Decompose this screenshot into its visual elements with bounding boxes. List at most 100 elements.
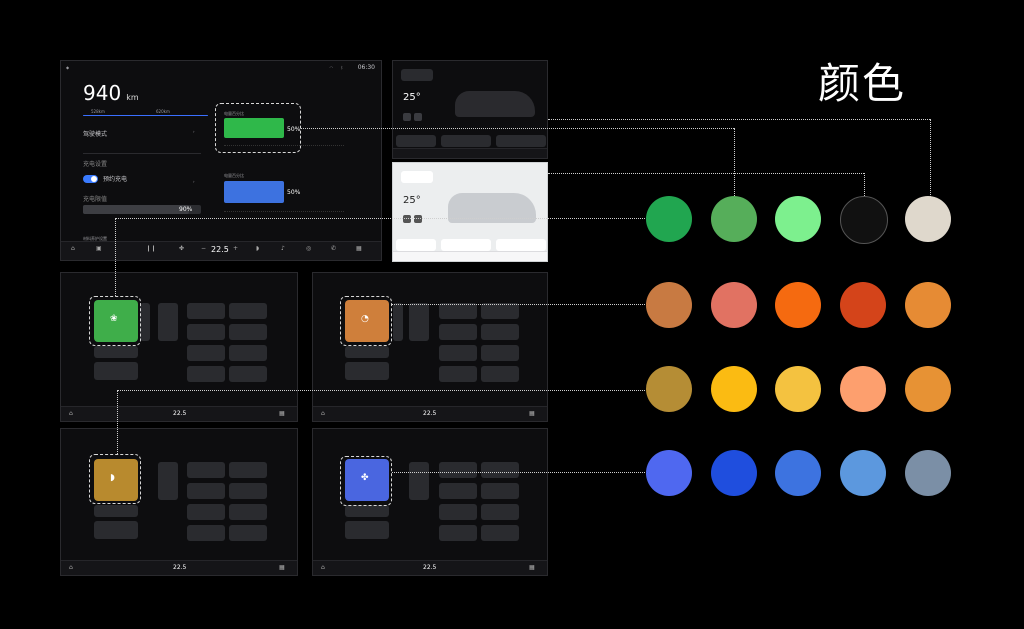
info-card[interactable] xyxy=(496,135,546,147)
control-icon[interactable] xyxy=(414,215,422,223)
widget-tile[interactable] xyxy=(439,324,477,340)
pause-icon[interactable]: ❙❙ xyxy=(146,245,156,252)
contact-card[interactable] xyxy=(441,135,491,147)
widget-tile[interactable] xyxy=(229,345,267,361)
dock: ⌂ 22.5 ▦ xyxy=(61,406,297,421)
widget-tile[interactable] xyxy=(158,462,178,500)
widget-tile[interactable] xyxy=(187,324,225,340)
widget-tile[interactable] xyxy=(439,462,477,478)
widget-tile[interactable] xyxy=(187,366,225,382)
seat-icon[interactable]: ◗ xyxy=(256,245,259,252)
range-value: 940 xyxy=(83,81,122,105)
widget-tile[interactable] xyxy=(439,483,477,499)
widget-tile[interactable] xyxy=(439,366,477,382)
widget-tile[interactable] xyxy=(229,324,267,340)
widget-tile[interactable] xyxy=(229,303,267,319)
connector-line xyxy=(117,390,118,454)
chevron-right-icon[interactable]: › xyxy=(193,129,195,134)
widget-tile[interactable] xyxy=(187,525,225,541)
light-preview-screen: 25° xyxy=(392,162,548,262)
dock-temp: 22.5 xyxy=(423,564,437,571)
widget-tile[interactable] xyxy=(393,303,403,341)
temp-down-button[interactable]: − xyxy=(201,245,206,252)
range-sub-a: 528km xyxy=(91,109,105,114)
home-icon[interactable]: ⌂ xyxy=(69,564,73,571)
color-swatch-oranges-1 xyxy=(646,282,692,328)
widget-tile[interactable] xyxy=(439,525,477,541)
color-swatch-blues-4 xyxy=(840,450,886,496)
dock: ⌂ 22.5 ▦ xyxy=(313,560,547,575)
widget-tile[interactable] xyxy=(94,505,138,517)
widget-tile[interactable] xyxy=(229,483,267,499)
widget-tile[interactable] xyxy=(481,345,519,361)
apps-icon[interactable]: ▦ xyxy=(356,245,362,252)
apps-icon[interactable]: ▦ xyxy=(279,564,285,571)
widget-tile[interactable] xyxy=(409,303,429,341)
control-icon[interactable] xyxy=(403,215,411,223)
widget-tile[interactable] xyxy=(187,303,225,319)
chevron-right-icon[interactable]: › xyxy=(193,179,195,184)
highlight-yellow-widget xyxy=(89,454,141,504)
widget-tile[interactable] xyxy=(229,504,267,520)
widget-tile[interactable] xyxy=(439,303,477,319)
connector-line xyxy=(734,128,735,198)
widget-tile[interactable] xyxy=(94,521,138,539)
fan-icon[interactable]: ✤ xyxy=(179,245,184,252)
widget-tile[interactable] xyxy=(481,303,519,319)
widget-tile[interactable] xyxy=(345,521,389,539)
dock-temp: 22.5 xyxy=(211,245,229,254)
widget-tile[interactable] xyxy=(409,462,429,500)
home-icon[interactable]: ⌂ xyxy=(321,564,325,571)
widget-tile[interactable] xyxy=(481,366,519,382)
widget-tile[interactable] xyxy=(345,362,389,380)
contact-card[interactable] xyxy=(441,239,491,251)
battery-bar-blue xyxy=(224,181,284,203)
steering-icon[interactable]: ◎ xyxy=(306,245,311,252)
widget-tile[interactable] xyxy=(345,346,389,358)
widget-tile[interactable] xyxy=(229,525,267,541)
widget-tile[interactable] xyxy=(481,483,519,499)
widget-tile[interactable] xyxy=(481,504,519,520)
apps-icon[interactable]: ▦ xyxy=(529,564,535,571)
widget-screen-orange: ◔ ⌂ 22.5 ▦ xyxy=(312,272,548,422)
widget-tile[interactable] xyxy=(187,462,225,478)
widget-tile[interactable] xyxy=(187,345,225,361)
widget-tile[interactable] xyxy=(229,366,267,382)
widget-tile[interactable] xyxy=(94,346,138,358)
widget-tile[interactable] xyxy=(439,504,477,520)
widget-tile[interactable] xyxy=(187,504,225,520)
widget-screen-green: ❀ ⌂ 22.5 ▦ xyxy=(60,272,298,422)
schedule-toggle[interactable] xyxy=(83,175,98,183)
widget-tile[interactable] xyxy=(481,525,519,541)
media-card[interactable] xyxy=(396,239,436,251)
apps-icon[interactable]: ▦ xyxy=(529,410,535,417)
widget-tile[interactable] xyxy=(345,505,389,517)
connector-line xyxy=(548,173,864,174)
control-icon[interactable] xyxy=(414,113,422,121)
widget-tile xyxy=(401,171,433,183)
widget-tile[interactable] xyxy=(140,303,150,341)
info-card[interactable] xyxy=(496,239,546,251)
widget-tile[interactable] xyxy=(229,462,267,478)
car-icon[interactable]: ▣ xyxy=(96,245,102,252)
dock xyxy=(393,251,547,261)
widget-tile[interactable] xyxy=(481,324,519,340)
control-icon[interactable] xyxy=(403,113,411,121)
widget-tile[interactable] xyxy=(158,303,178,341)
phone-icon[interactable]: ✆ xyxy=(331,245,336,252)
apps-icon[interactable]: ▦ xyxy=(279,410,285,417)
home-icon[interactable]: ⌂ xyxy=(69,410,73,417)
widget-tile[interactable] xyxy=(439,345,477,361)
highlight-orange-widget xyxy=(340,296,392,346)
home-icon[interactable]: ⌂ xyxy=(321,410,325,417)
status-time: 06:30 xyxy=(357,64,375,71)
widget-tile[interactable] xyxy=(481,462,519,478)
temp-up-button[interactable]: + xyxy=(233,245,238,252)
media-card[interactable] xyxy=(396,135,436,147)
color-swatch-greens-2 xyxy=(711,196,757,242)
row-drive-mode[interactable]: 驾驶模式 xyxy=(83,129,107,138)
music-icon[interactable]: ♪ xyxy=(281,245,285,252)
widget-tile[interactable] xyxy=(94,362,138,380)
home-icon[interactable]: ⌂ xyxy=(71,245,75,252)
widget-tile[interactable] xyxy=(187,483,225,499)
